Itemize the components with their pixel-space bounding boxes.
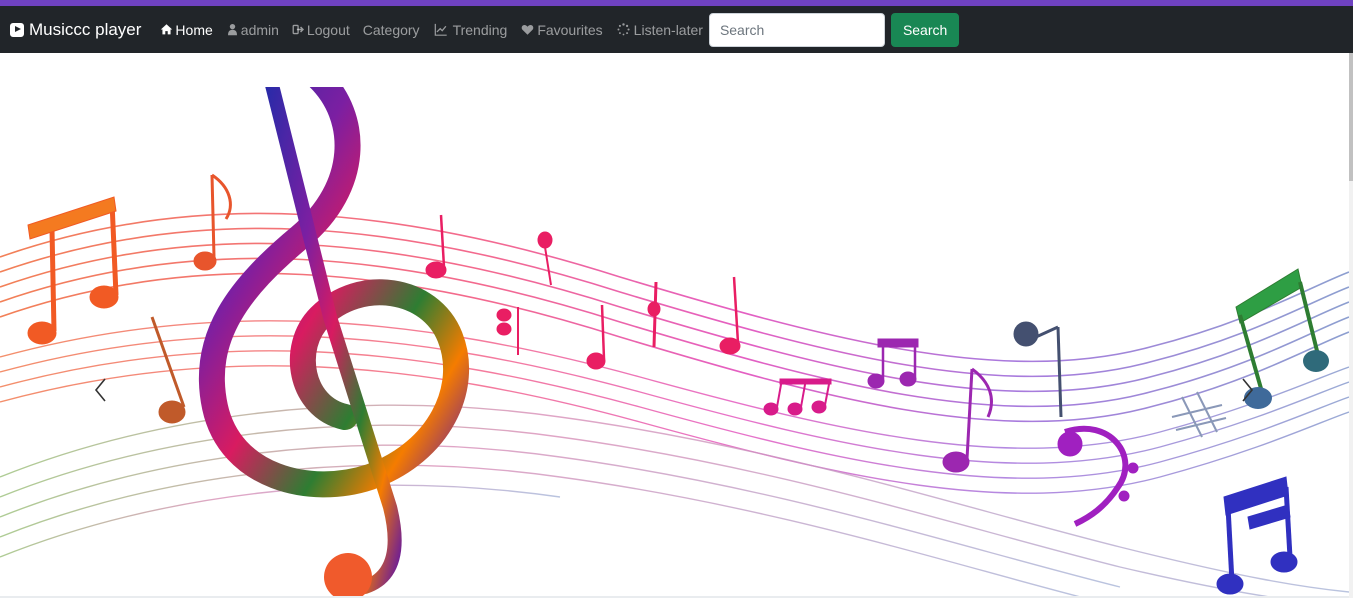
search-input[interactable] [708, 12, 885, 47]
search-button[interactable]: Search [890, 12, 960, 47]
carousel-prev-button[interactable] [86, 370, 116, 410]
home-icon [160, 23, 173, 36]
page-scrollbar[interactable] [1349, 53, 1353, 598]
navbar: Musiccc player Home admin Logout Categor… [0, 6, 1353, 53]
nav-item-favourites[interactable]: Favourites [520, 21, 603, 38]
logout-icon [292, 23, 305, 36]
brand-link[interactable]: Musiccc player [10, 20, 141, 40]
carousel [0, 87, 1349, 596]
carousel-next-button[interactable] [1232, 370, 1262, 410]
brand-label: Musiccc player [29, 19, 142, 39]
nav-item-label: Trending [452, 21, 508, 38]
nav-item-admin[interactable]: admin [226, 22, 279, 38]
nav-item-label: Favourites [537, 21, 603, 38]
nav-item-trending[interactable]: Trending [433, 21, 508, 38]
nav-item-home[interactable]: Home [160, 21, 213, 38]
heart-icon [520, 23, 535, 36]
trending-icon [433, 23, 449, 36]
nav-links: Home admin Logout Category Trending Favo… [160, 6, 960, 53]
music-notes-banner-image [0, 87, 1349, 596]
nav-item-label: admin [240, 21, 279, 38]
play-icon [10, 22, 24, 37]
nav-item-category[interactable]: Category [363, 22, 420, 38]
nav-item-listen-later[interactable]: Listen-later [616, 22, 703, 38]
scrollbar-thumb[interactable] [1349, 53, 1353, 181]
spinner-icon [616, 23, 631, 36]
nav-item-label: Logout [306, 21, 350, 38]
chevron-right-icon [1242, 378, 1254, 402]
nav-item-label: Home [175, 21, 213, 38]
user-icon [226, 23, 239, 36]
chevron-left-icon [94, 378, 106, 402]
nav-item-logout[interactable]: Logout [292, 22, 350, 38]
nav-item-label: Category [362, 21, 420, 38]
nav-item-label: Listen-later [633, 21, 703, 38]
